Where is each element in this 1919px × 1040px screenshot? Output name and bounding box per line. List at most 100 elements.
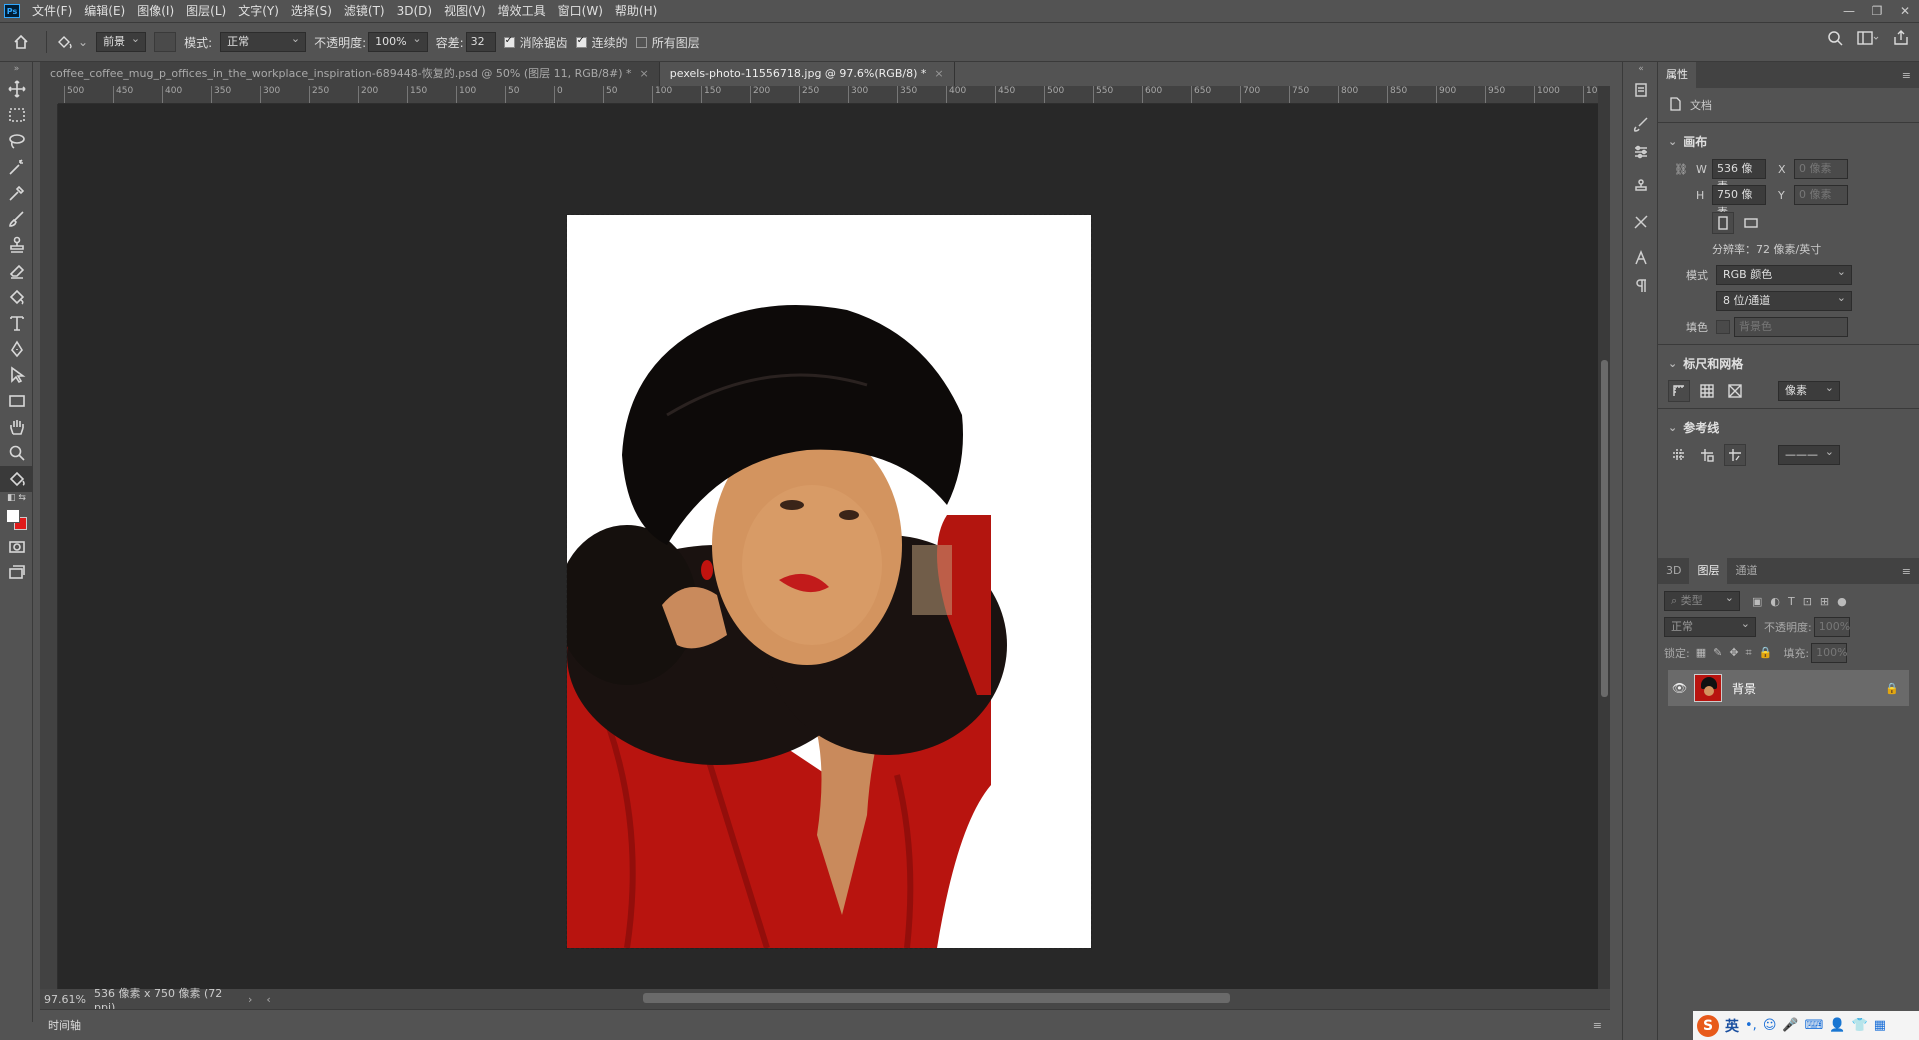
minimize-icon[interactable]: — xyxy=(1835,0,1863,22)
menu-help[interactable]: 帮助(H) xyxy=(609,0,663,22)
menu-window[interactable]: 窗口(W) xyxy=(552,0,609,22)
guide-lock-icon[interactable] xyxy=(1696,444,1718,466)
workspace-icon[interactable] xyxy=(1857,30,1879,49)
history-icon[interactable] xyxy=(1623,76,1659,104)
home-icon[interactable] xyxy=(12,33,30,51)
layer-opacity-input[interactable]: 100% xyxy=(1813,617,1850,637)
vertical-scroll-thumb[interactable] xyxy=(1601,360,1608,697)
foreground-color-swatch[interactable] xyxy=(6,509,20,523)
rectangle-tool-icon[interactable] xyxy=(0,388,33,414)
tab-document-2[interactable]: pexels-photo-11556718.jpg @ 97.6%(RGB/8)… xyxy=(659,62,955,86)
status-expand-icon[interactable]: › xyxy=(248,993,252,1006)
menu-edit[interactable]: 编辑(E) xyxy=(78,0,131,22)
color-swatches[interactable] xyxy=(0,504,33,534)
height-input[interactable]: 750 像素 xyxy=(1712,185,1766,219)
horizontal-ruler[interactable]: 500 450 400 350 300 250 200 150 100 50 0 50 100 150 20… xyxy=(58,86,1598,104)
punctuation-icon[interactable]: •, xyxy=(1745,1018,1757,1033)
paint-bucket-tool-icon[interactable] xyxy=(0,466,33,492)
color-mode-select[interactable]: RGB 颜色 xyxy=(1716,263,1852,285)
vertical-ruler[interactable] xyxy=(40,104,58,989)
adjustments-icon[interactable] xyxy=(1623,138,1659,166)
keyboard-icon[interactable]: ⌨ xyxy=(1805,1018,1824,1033)
width-input[interactable]: 536 像素 xyxy=(1712,159,1766,193)
menu-select[interactable]: 选择(S) xyxy=(285,0,338,22)
all-layers-check-icon[interactable] xyxy=(635,36,647,48)
tab-properties[interactable]: 属性 xyxy=(1658,62,1696,88)
fill-source-select[interactable]: 前景 xyxy=(96,30,147,52)
menu-image[interactable]: 图像(I) xyxy=(131,0,180,22)
contiguous-check-icon[interactable] xyxy=(575,35,587,48)
tool-presets-icon[interactable] xyxy=(1623,208,1659,236)
ruler-origin[interactable] xyxy=(40,86,58,104)
paint-bucket-preset-icon[interactable]: ⌄ xyxy=(55,33,88,51)
collapse-toolbar-icon[interactable]: » xyxy=(0,62,33,76)
eyedropper-tool-icon[interactable] xyxy=(0,180,33,206)
layer-filter-select[interactable]: ⌕ 类型 xyxy=(1664,589,1740,611)
landscape-orientation-icon[interactable] xyxy=(1740,212,1762,234)
tab-layers[interactable]: 图层 xyxy=(1689,558,1728,584)
tab-3d[interactable]: 3D xyxy=(1658,558,1689,584)
toolbox-icon[interactable]: ▦ xyxy=(1874,1018,1886,1033)
antialias-checkbox[interactable]: 消除锯齿 xyxy=(503,34,568,51)
pen-tool-icon[interactable] xyxy=(0,336,33,362)
link-icon[interactable]: ⛓ xyxy=(1674,163,1696,176)
y-input[interactable]: 0 像素 xyxy=(1794,185,1848,205)
close-tab-icon[interactable]: × xyxy=(640,67,649,80)
tab-document-1[interactable]: coffee_coffee_mug_p_offices_in_the_workp… xyxy=(40,62,660,86)
rulers-grid-section-header[interactable]: 标尺和网格 xyxy=(1658,349,1919,378)
menu-plugins[interactable]: 增效工具 xyxy=(492,0,552,22)
fill-swatch[interactable] xyxy=(1716,320,1730,334)
smart-guides-icon[interactable] xyxy=(1724,444,1746,466)
menu-file[interactable]: 文件(F) xyxy=(26,0,78,22)
menu-type[interactable]: 文字(Y) xyxy=(232,0,285,22)
filter-toggle-icon[interactable]: ● xyxy=(1837,595,1847,608)
guide-style-select[interactable]: ——— xyxy=(1778,443,1840,465)
collapse-dock-icon[interactable]: « xyxy=(1623,62,1659,76)
visibility-eye-icon[interactable]: 👁 xyxy=(1672,681,1694,695)
ruler-toggle-icon[interactable] xyxy=(1668,380,1690,402)
brush-settings-icon[interactable] xyxy=(1623,110,1659,138)
opacity-input[interactable]: 100% xyxy=(368,30,428,52)
canvas-area[interactable] xyxy=(58,104,1598,989)
all-layers-checkbox[interactable]: 所有图层 xyxy=(635,34,700,51)
timeline-tab[interactable]: 时间轴 xyxy=(40,1017,81,1033)
blend-mode-select[interactable]: 正常 xyxy=(1664,615,1756,637)
microphone-icon[interactable]: 🎤 xyxy=(1782,1018,1798,1033)
magic-wand-tool-icon[interactable] xyxy=(0,154,33,180)
fill-select[interactable]: 背景色 xyxy=(1734,317,1848,337)
close-tab-icon[interactable]: × xyxy=(934,67,943,80)
swap-colors-icon[interactable]: ◧ ⇆ xyxy=(0,492,33,504)
horizontal-scroll-thumb[interactable] xyxy=(643,993,1230,1003)
x-input[interactable]: 0 像素 xyxy=(1794,159,1848,179)
menu-3d[interactable]: 3D(D) xyxy=(391,0,438,22)
tab-channels[interactable]: 通道 xyxy=(1727,558,1765,584)
timeline-menu-icon[interactable]: ≡ xyxy=(1593,1019,1602,1032)
grid-toggle-icon[interactable] xyxy=(1696,380,1718,402)
layer-name[interactable]: 背景 xyxy=(1732,680,1756,697)
ime-language[interactable]: 英 xyxy=(1725,1016,1739,1036)
layers-menu-icon[interactable]: ≡ xyxy=(1902,565,1919,578)
fill-input[interactable]: 100% xyxy=(1811,643,1848,663)
panel-menu-icon[interactable]: ≡ xyxy=(1902,69,1919,82)
gradient-tool-icon[interactable] xyxy=(0,284,33,310)
paragraph-icon[interactable] xyxy=(1623,272,1659,300)
layer-row-background[interactable]: 👁 背景 🔒 xyxy=(1668,670,1909,706)
portrait-orientation-icon[interactable] xyxy=(1712,212,1734,234)
user-icon[interactable]: 👤 xyxy=(1829,1018,1845,1033)
canvas-section-header[interactable]: 画布 xyxy=(1658,127,1919,156)
clone-stamp-tool-icon[interactable] xyxy=(0,232,33,258)
restore-icon[interactable]: ❐ xyxy=(1863,0,1891,22)
emoji-icon[interactable]: ☺ xyxy=(1763,1018,1777,1033)
quick-mask-icon[interactable] xyxy=(0,534,33,560)
path-selection-tool-icon[interactable] xyxy=(0,362,33,388)
close-icon[interactable]: ✕ xyxy=(1891,0,1919,22)
guides-section-header[interactable]: 参考线 xyxy=(1658,413,1919,442)
clone-source-icon[interactable] xyxy=(1623,172,1659,200)
zoom-level[interactable]: 97.61% xyxy=(40,993,90,1006)
brush-tool-icon[interactable] xyxy=(0,206,33,232)
lock-icons[interactable]: ▦✎✥⌗🔒 xyxy=(1696,646,1780,660)
document-image[interactable] xyxy=(557,214,1092,949)
ruler-unit-select[interactable]: 像素 xyxy=(1778,379,1840,401)
skin-icon[interactable]: 👕 xyxy=(1852,1018,1868,1033)
eraser-tool-icon[interactable] xyxy=(0,258,33,284)
